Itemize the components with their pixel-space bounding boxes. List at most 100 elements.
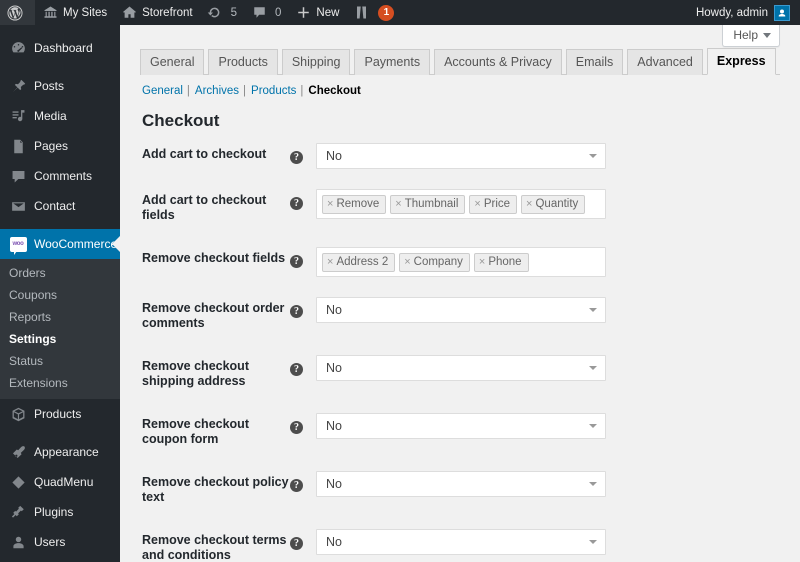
seo-button[interactable]: 1 [346,0,401,25]
submenu-item-coupons[interactable]: Coupons [0,284,120,306]
chevron-down-icon [589,540,597,544]
help-tip-icon[interactable]: ? [290,255,303,268]
subnav-link-general[interactable]: General [142,85,183,97]
table-row: Remove checkout policy text ? No [142,461,787,519]
select-value: No [326,535,342,549]
tag-chip[interactable]: × Thumbnail [390,195,466,214]
sidebar-item-label: Pages [34,139,69,153]
tab-advanced[interactable]: Advanced [627,49,703,75]
tag-chip[interactable]: × Phone [473,253,529,272]
my-sites-label: My Sites [63,6,108,19]
tab-express[interactable]: Express [706,48,776,75]
wordpress-logo-button[interactable] [0,0,35,25]
sidebar-item-tools[interactable]: Tools [0,557,120,562]
add-cart-to-checkout-select[interactable]: No [316,143,606,169]
tag-chip[interactable]: × Remove [322,195,387,214]
settings-tab-bar: General Products Shipping Payments Accou… [140,47,780,75]
comments-button[interactable]: 0 [244,0,288,25]
submenu-item-reports[interactable]: Reports [0,306,120,328]
tab-emails[interactable]: Emails [565,49,624,75]
remove-checkout-policy-text-select[interactable]: No [316,471,606,497]
sidebar-item-posts[interactable]: Posts [0,71,120,101]
subnav-link-checkout[interactable]: Checkout [308,85,360,97]
sidebar-item-products[interactable]: Products [0,399,120,429]
tag-label: Thumbnail [404,198,459,210]
my-sites-icon [42,5,58,21]
sidebar-item-appearance[interactable]: Appearance [0,437,120,467]
comments-count: 0 [275,6,282,19]
email-icon [9,197,27,215]
tab-products[interactable]: Products [208,49,278,75]
remove-checkout-fields-tags[interactable]: × Address 2 × Company × Phone [316,247,606,277]
comments-icon [9,167,27,185]
help-tip-icon[interactable]: ? [290,479,303,492]
tab-general[interactable]: General [140,49,205,75]
sidebar-item-woocommerce[interactable]: woo WooCommerce [0,229,120,259]
my-sites-button[interactable]: My Sites [35,0,114,25]
sidebar-item-plugins[interactable]: Plugins [0,497,120,527]
remove-checkout-shipping-address-select[interactable]: No [316,355,606,381]
account-menu[interactable]: Howdy, admin [689,0,800,25]
sidebar-item-label: WooCommerce [34,237,118,251]
site-name-button[interactable]: Storefront [114,0,200,25]
remove-tag-icon[interactable]: × [327,255,333,269]
table-row: Remove checkout fields ? × Address 2 × C… [142,237,787,287]
tab-payments[interactable]: Payments [354,49,431,75]
quadmenu-icon [9,473,27,491]
help-tip-icon[interactable]: ? [290,421,303,434]
submenu-item-extensions[interactable]: Extensions [0,372,120,394]
tag-chip[interactable]: × Company [399,253,470,272]
sidebar-item-label: Users [34,535,66,549]
remove-tag-icon[interactable]: × [404,255,410,269]
help-tip-icon[interactable]: ? [290,151,303,164]
updates-button[interactable]: 5 [200,0,244,25]
tag-chip[interactable]: × Quantity [521,195,586,214]
tag-chip[interactable]: × Price [469,195,518,214]
table-row: Remove checkout terms and conditions ? N… [142,519,787,562]
breadcrumb: General | Archives | Products | Checkout [142,85,800,97]
select-value: No [326,149,342,163]
appearance-icon [9,443,27,461]
remove-tag-icon[interactable]: × [474,197,480,211]
add-cart-to-checkout-fields-tags[interactable]: × Remove × Thumbnail × Price × Quantity [316,189,606,219]
menu-spacer-3 [0,429,120,437]
table-row: Remove checkout coupon form ? No [142,403,787,461]
table-row: Add cart to checkout ? No [142,133,787,179]
sidebar-item-dashboard[interactable]: Dashboard [0,33,120,63]
remove-tag-icon[interactable]: × [479,255,485,269]
submenu-item-status[interactable]: Status [0,350,120,372]
help-tip-icon[interactable]: ? [290,305,303,318]
help-tip-icon[interactable]: ? [290,537,303,550]
row-label: Remove checkout shipping address [142,359,249,388]
settings-form-table: Add cart to checkout ? No Add cart to ch… [142,133,787,562]
table-row: Remove checkout shipping address ? No [142,345,787,403]
chevron-down-icon [589,308,597,312]
tag-chip[interactable]: × Address 2 [322,253,396,272]
remove-tag-icon[interactable]: × [526,197,532,211]
sidebar-item-contact[interactable]: Contact [0,191,120,221]
sidebar-item-pages[interactable]: Pages [0,131,120,161]
sidebar-item-users[interactable]: Users [0,527,120,557]
sidebar-item-label: Posts [34,79,65,93]
remove-checkout-coupon-form-select[interactable]: No [316,413,606,439]
tab-accounts-privacy[interactable]: Accounts & Privacy [434,49,562,75]
sidebar-item-media[interactable]: Media [0,101,120,131]
sidebar-item-comments[interactable]: Comments [0,161,120,191]
subnav-link-archives[interactable]: Archives [195,85,239,97]
help-tip-icon[interactable]: ? [290,197,303,210]
submenu-item-settings[interactable]: Settings [0,328,120,350]
help-button[interactable]: Help [722,25,780,47]
tab-shipping[interactable]: Shipping [281,49,351,75]
select-value: No [326,361,342,375]
subnav-link-products[interactable]: Products [251,85,296,97]
remove-tag-icon[interactable]: × [327,197,333,211]
remove-tag-icon[interactable]: × [395,197,401,211]
sidebar-item-quadmenu[interactable]: QuadMenu [0,467,120,497]
remove-checkout-order-comments-select[interactable]: No [316,297,606,323]
help-tip-icon[interactable]: ? [290,363,303,376]
new-content-button[interactable]: New [288,0,346,25]
row-label: Remove checkout terms and conditions [142,533,287,562]
pin-icon [9,77,27,95]
remove-checkout-terms-and-conditions-select[interactable]: No [316,529,606,555]
submenu-item-orders[interactable]: Orders [0,262,120,284]
